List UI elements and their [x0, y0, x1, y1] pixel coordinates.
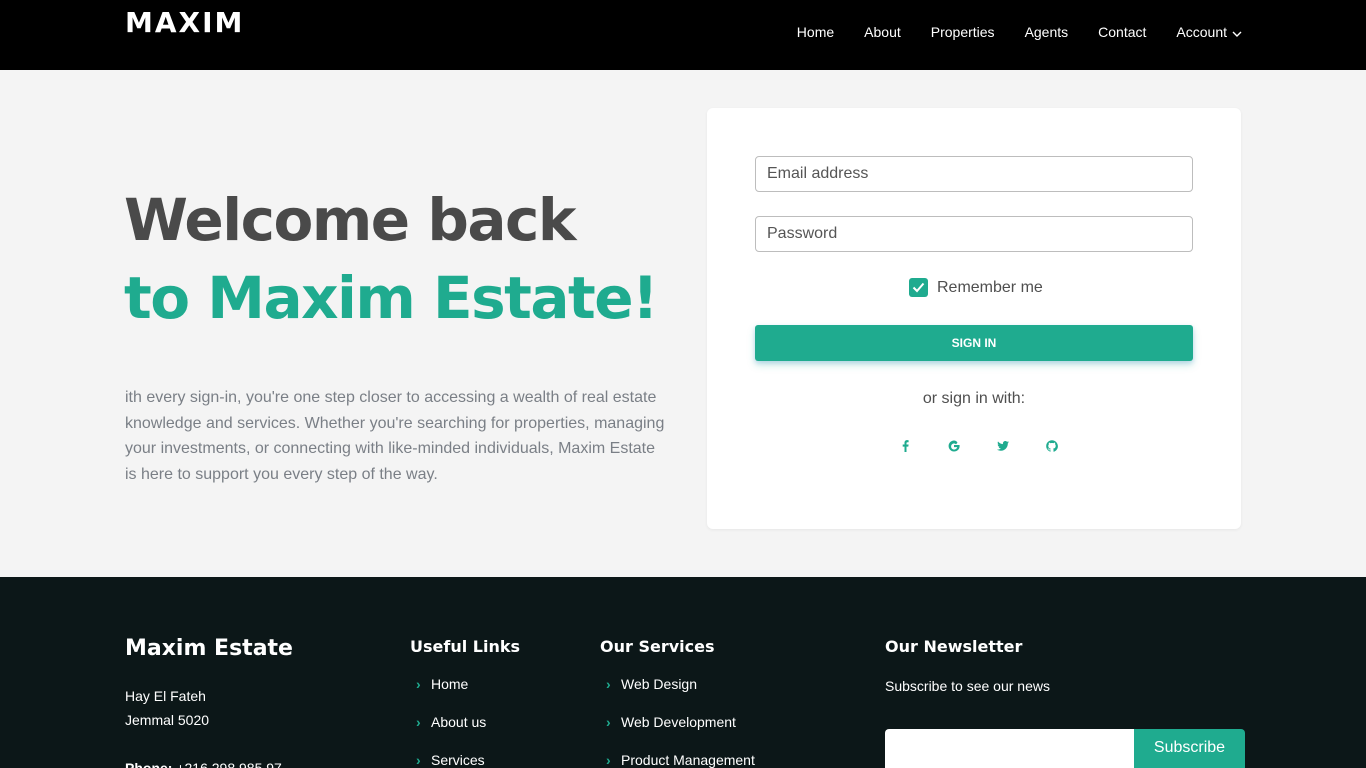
top-navbar: MAXIM Home About Properties Agents Conta…: [0, 0, 1366, 70]
remember-checkbox[interactable]: [909, 278, 928, 297]
twitter-icon[interactable]: [988, 438, 1018, 454]
footer-link-label: Home: [431, 676, 469, 692]
footer-link-services[interactable]: › Services: [416, 752, 486, 768]
footer-service-label: Web Design: [621, 676, 698, 692]
login-card: Remember me SIGN IN or sign in with:: [707, 108, 1241, 529]
welcome-subheading: to Maxim Estate!: [124, 264, 659, 332]
remember-me[interactable]: Remember me: [909, 278, 1043, 297]
footer-address-line1: Hay El Fateh: [125, 688, 206, 704]
footer-link-home[interactable]: › Home: [416, 676, 486, 714]
google-icon[interactable]: [939, 438, 969, 454]
nav-home[interactable]: Home: [797, 24, 834, 40]
chevron-right-icon: ›: [416, 676, 421, 692]
useful-links-list: › Home › About us › Services: [416, 676, 486, 768]
footer-address-line2: Jemmal 5020: [125, 712, 210, 728]
footer-link-about[interactable]: › About us: [416, 714, 486, 752]
footer-link-label: Services: [431, 752, 485, 768]
chevron-right-icon: ›: [606, 752, 611, 768]
chevron-right-icon: ›: [416, 752, 421, 768]
social-signin-text: or sign in with:: [922, 390, 1026, 407]
github-icon[interactable]: [1037, 438, 1067, 454]
useful-links-title: Useful Links: [410, 637, 521, 656]
welcome-heading: Welcome back: [124, 186, 576, 254]
facebook-icon[interactable]: [890, 438, 920, 454]
chevron-right-icon: ›: [416, 714, 421, 730]
footer-phone: Phone: +216 298 985 97: [125, 760, 282, 768]
social-signin-buttons: [890, 438, 1086, 454]
footer-link-label: About us: [431, 714, 487, 730]
footer-service-label: Product Management: [621, 752, 755, 768]
sign-in-button[interactable]: SIGN IN: [755, 325, 1193, 361]
footer-phone-value: +216 298 985 97: [172, 760, 282, 768]
nav-agents[interactable]: Agents: [1025, 24, 1069, 40]
remember-label: Remember me: [937, 278, 1043, 296]
chevron-right-icon: ›: [606, 714, 611, 730]
newsletter-title: Our Newsletter: [885, 637, 1023, 656]
nav-account[interactable]: Account: [1176, 24, 1242, 40]
nav-properties[interactable]: Properties: [931, 24, 995, 40]
check-icon: [912, 282, 925, 293]
footer-service-label: Web Development: [621, 714, 736, 730]
subscribe-button[interactable]: Subscribe: [1134, 729, 1245, 768]
password-field[interactable]: [755, 216, 1193, 252]
main-nav: Home About Properties Agents Contact Acc…: [767, 24, 1242, 40]
nav-about[interactable]: About: [864, 24, 901, 40]
newsletter-email-input[interactable]: [885, 729, 1135, 768]
footer-service-product-management[interactable]: › Product Management: [606, 752, 755, 768]
intro-text: ith every sign-in, you're one step close…: [125, 389, 665, 483]
footer-phone-label: Phone:: [125, 760, 173, 768]
chevron-right-icon: ›: [606, 676, 611, 692]
services-title: Our Services: [600, 637, 715, 656]
nav-contact[interactable]: Contact: [1098, 24, 1146, 40]
site-logo[interactable]: MAXIM: [125, 6, 244, 39]
footer-service-web-design[interactable]: › Web Design: [606, 676, 755, 714]
nav-account-label: Account: [1176, 24, 1227, 40]
chevron-down-icon: [1232, 24, 1242, 40]
services-list: › Web Design › Web Development › Product Ma…: [606, 676, 755, 768]
footer-brand: Maxim Estate: [125, 636, 293, 661]
site-footer: Maxim Estate Hay El Fateh Jemmal 5020 Ph…: [0, 577, 1366, 768]
newsletter-text: Subscribe to see our news: [885, 678, 1050, 694]
footer-service-web-development[interactable]: › Web Development: [606, 714, 755, 752]
email-field[interactable]: [755, 156, 1193, 192]
